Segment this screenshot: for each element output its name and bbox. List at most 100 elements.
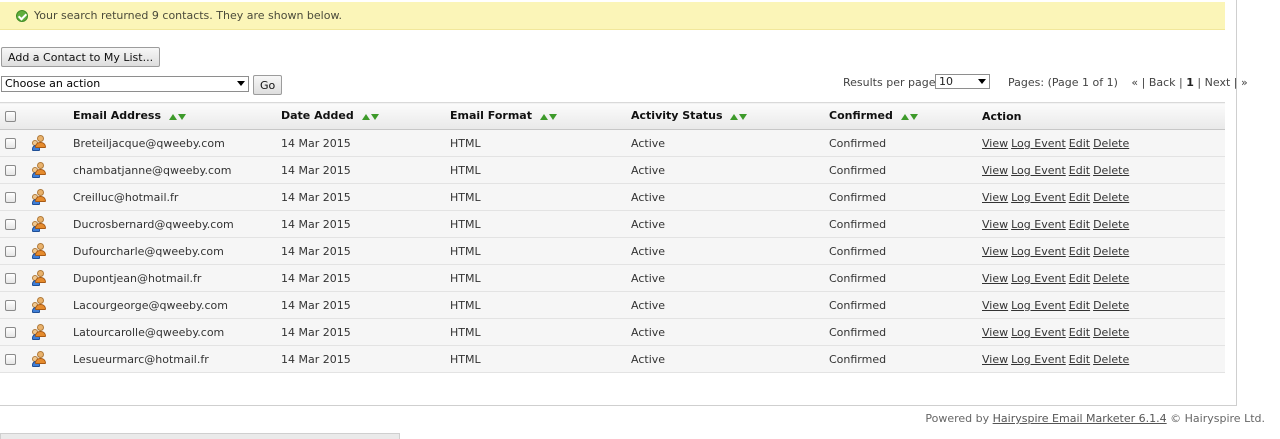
row-checkbox[interactable] [5,300,16,311]
delete-link[interactable]: Delete [1093,326,1129,339]
col-confirmed-label: Confirmed [829,109,893,123]
log-event-link[interactable]: Log Event [1011,272,1066,285]
delete-link[interactable]: Delete [1093,137,1129,150]
cell-actions: View Log Event Edit Delete [982,237,1225,265]
footer-copyright: © Hairyspire Ltd. [1170,412,1265,425]
view-link[interactable]: View [982,164,1008,177]
delete-link[interactable]: Delete [1093,272,1129,285]
edit-link[interactable]: Edit [1069,326,1090,339]
cell-date: 14 Mar 2015 [281,237,450,265]
col-confirmed[interactable]: Confirmed [829,102,982,130]
cell-date: 14 Mar 2015 [281,210,450,238]
edit-link[interactable]: Edit [1069,245,1090,258]
view-link[interactable]: View [982,218,1008,231]
view-link[interactable]: View [982,191,1008,204]
log-event-link[interactable]: Log Event [1011,218,1066,231]
contact-icon [32,324,48,340]
sort-arrows-icon[interactable] [900,110,919,123]
table-row: Dufourcharle@qweeby.com 14 Mar 2015 HTML Ac… [0,237,1225,265]
table-row: Ducrosbernard@qweeby.com 14 Mar 2015 HTML A… [0,210,1225,238]
first-page-link[interactable]: « [1131,76,1138,89]
edit-link[interactable]: Edit [1069,137,1090,150]
cell-actions: View Log Event Edit Delete [982,129,1225,157]
row-checkbox[interactable] [5,219,16,230]
col-email-format[interactable]: Email Format [450,102,631,130]
edit-link[interactable]: Edit [1069,164,1090,177]
col-date-added[interactable]: Date Added [281,102,450,130]
row-checkbox[interactable] [5,165,16,176]
edit-link[interactable]: Edit [1069,353,1090,366]
view-link[interactable]: View [982,245,1008,258]
cell-actions: View Log Event Edit Delete [982,210,1225,238]
footer: Powered by Hairyspire Email Marketer 6.1… [925,412,1265,425]
log-event-link[interactable]: Log Event [1011,164,1066,177]
cell-format: HTML [450,183,631,211]
view-link[interactable]: View [982,272,1008,285]
cell-email: Creilluc@hotmail.fr [73,183,281,211]
back-page-link[interactable]: Back [1149,76,1176,89]
delete-link[interactable]: Delete [1093,245,1129,258]
cell-confirmed: Confirmed [829,237,982,265]
cell-date: 14 Mar 2015 [281,291,450,319]
last-page-link[interactable]: » [1241,76,1248,89]
edit-link[interactable]: Edit [1069,191,1090,204]
table-header-row: Email Address Date Added Email Format Ac… [0,102,1225,130]
add-contact-button[interactable]: Add a Contact to My List... [1,47,161,67]
log-event-link[interactable]: Log Event [1011,191,1066,204]
col-email-label: Email Address [73,109,162,123]
log-event-link[interactable]: Log Event [1011,299,1066,312]
horizontal-scrollbar[interactable] [0,433,400,439]
next-page-link[interactable]: Next [1205,76,1231,89]
sort-arrows-icon[interactable] [361,110,380,123]
view-link[interactable]: View [982,299,1008,312]
log-event-link[interactable]: Log Event [1011,326,1066,339]
delete-link[interactable]: Delete [1093,191,1129,204]
sort-arrows-icon[interactable] [539,110,558,123]
dropdown-arrow-icon [978,79,986,84]
cell-format: HTML [450,129,631,157]
cell-format: HTML [450,210,631,238]
cell-confirmed: Confirmed [829,183,982,211]
sort-arrows-icon[interactable] [730,110,748,123]
col-activity-status[interactable]: Activity Status [631,102,829,130]
cell-actions: View Log Event Edit Delete [982,318,1225,346]
footer-prefix: Powered by [925,412,990,425]
results-per-page-select[interactable]: 10 [935,74,990,89]
edit-link[interactable]: Edit [1069,218,1090,231]
edit-link[interactable]: Edit [1069,272,1090,285]
delete-link[interactable]: Delete [1093,218,1129,231]
cell-format: HTML [450,291,631,319]
row-checkbox[interactable] [5,246,16,257]
current-page: 1 [1186,76,1194,89]
table-row: Creilluc@hotmail.fr 14 Mar 2015 HTML Active… [0,183,1225,211]
go-button[interactable]: Go [253,75,283,95]
log-event-link[interactable]: Log Event [1011,353,1066,366]
row-checkbox[interactable] [5,327,16,338]
contact-icon [32,162,48,178]
delete-link[interactable]: Delete [1093,164,1129,177]
product-link[interactable]: Hairyspire Email Marketer 6.1.4 [993,412,1167,425]
cell-date: 14 Mar 2015 [281,318,450,346]
view-link[interactable]: View [982,137,1008,150]
row-checkbox[interactable] [5,192,16,203]
col-status-label: Activity Status [631,109,723,123]
log-event-link[interactable]: Log Event [1011,137,1066,150]
sort-arrows-icon[interactable] [168,110,187,123]
row-checkbox[interactable] [5,273,16,284]
cell-date: 14 Mar 2015 [281,156,450,184]
row-checkbox[interactable] [5,354,16,365]
delete-link[interactable]: Delete [1093,299,1129,312]
cell-format: HTML [450,318,631,346]
edit-link[interactable]: Edit [1069,299,1090,312]
bulk-action-select[interactable]: Choose an action [1,76,249,92]
row-checkbox[interactable] [5,138,16,149]
select-all-checkbox[interactable] [5,111,16,122]
log-event-link[interactable]: Log Event [1011,245,1066,258]
cell-confirmed: Confirmed [829,129,982,157]
delete-link[interactable]: Delete [1093,353,1129,366]
cell-email: Lesueurmarc@hotmail.fr [73,345,281,373]
view-link[interactable]: View [982,326,1008,339]
col-email[interactable]: Email Address [73,102,281,130]
view-link[interactable]: View [982,353,1008,366]
cell-status: Active [631,129,829,157]
